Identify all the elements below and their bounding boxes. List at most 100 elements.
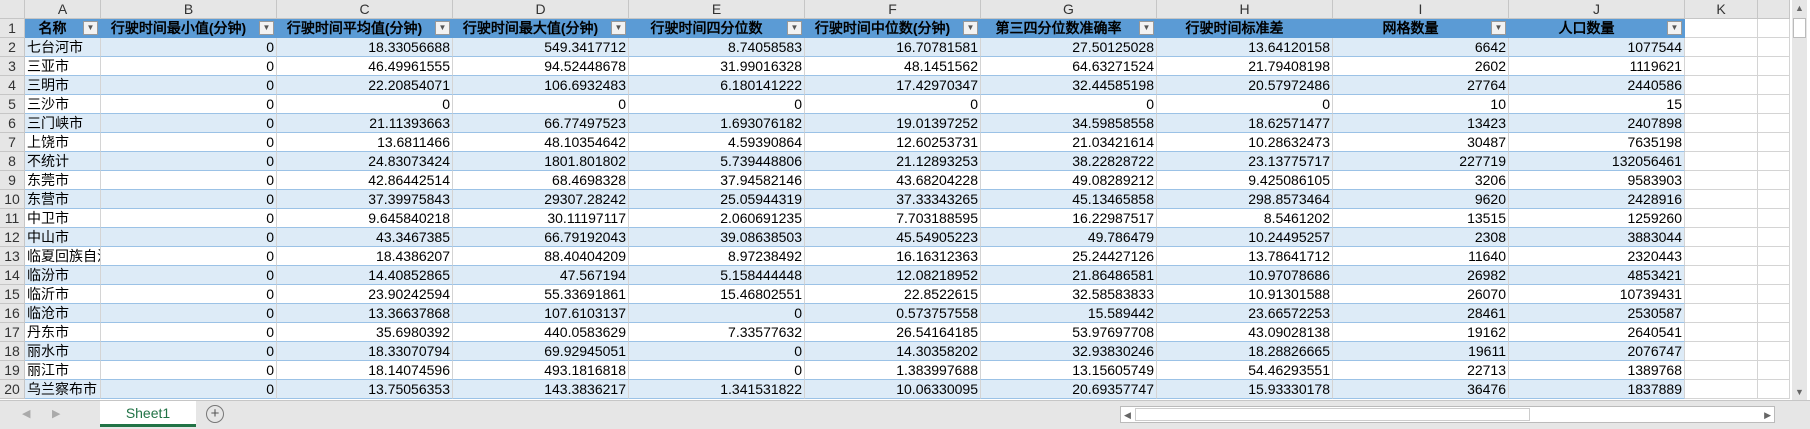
cell[interactable]: 31.99016328 bbox=[629, 57, 805, 76]
row-header[interactable]: 17 bbox=[0, 323, 25, 342]
cell[interactable]: 11640 bbox=[1333, 247, 1509, 266]
cell[interactable]: 21.79408198 bbox=[1157, 57, 1333, 76]
cell[interactable]: 37.94582146 bbox=[629, 171, 805, 190]
cell[interactable]: 30.11197117 bbox=[453, 209, 629, 228]
cell[interactable]: 43.09028138 bbox=[1157, 323, 1333, 342]
cell[interactable] bbox=[1685, 19, 1758, 38]
cell[interactable]: 0 bbox=[629, 342, 805, 361]
cell[interactable]: 26070 bbox=[1333, 285, 1509, 304]
row-header[interactable]: 3 bbox=[0, 57, 25, 76]
column-header[interactable]: D bbox=[453, 0, 629, 19]
row-header[interactable]: 2 bbox=[0, 38, 25, 57]
cell[interactable]: 5.739448806 bbox=[629, 152, 805, 171]
cell[interactable] bbox=[1685, 152, 1758, 171]
row-header[interactable]: 12 bbox=[0, 228, 25, 247]
cell[interactable] bbox=[1758, 342, 1790, 361]
cell[interactable]: 0 bbox=[101, 57, 277, 76]
column-header[interactable]: J bbox=[1509, 0, 1685, 19]
cell[interactable]: 13.75056353 bbox=[277, 380, 453, 399]
cell[interactable] bbox=[1685, 57, 1758, 76]
cell[interactable] bbox=[1685, 247, 1758, 266]
cell[interactable]: 25.05944319 bbox=[629, 190, 805, 209]
cell[interactable] bbox=[1685, 95, 1758, 114]
cell[interactable]: 37.33343265 bbox=[805, 190, 981, 209]
cell[interactable]: 东莞市 bbox=[25, 171, 101, 190]
cell[interactable] bbox=[1685, 190, 1758, 209]
vertical-scrollbar[interactable]: ▲ ▼ bbox=[1792, 0, 1807, 400]
cell[interactable]: 上饶市 bbox=[25, 133, 101, 152]
filter-dropdown-icon[interactable]: ▼ bbox=[1491, 21, 1506, 35]
cell[interactable]: 临沧市 bbox=[25, 304, 101, 323]
cell[interactable]: 15.93330178 bbox=[1157, 380, 1333, 399]
cell[interactable]: 8.74058583 bbox=[629, 38, 805, 57]
cell[interactable]: 13.36637868 bbox=[277, 304, 453, 323]
cell[interactable] bbox=[1685, 304, 1758, 323]
cell[interactable]: 0 bbox=[805, 95, 981, 114]
column-header[interactable]: G bbox=[981, 0, 1157, 19]
cell[interactable]: 10.24495257 bbox=[1157, 228, 1333, 247]
cell[interactable]: 18.28826665 bbox=[1157, 342, 1333, 361]
cell[interactable]: 38.22828722 bbox=[981, 152, 1157, 171]
column-title[interactable]: 第三四分位数准确率 ▼ bbox=[981, 19, 1157, 38]
cell[interactable]: 乌兰察布市 bbox=[25, 380, 101, 399]
column-title[interactable]: 行驶时间四分位数 ▼ bbox=[629, 19, 805, 38]
cell[interactable]: 19611 bbox=[1333, 342, 1509, 361]
cell[interactable]: 中卫市 bbox=[25, 209, 101, 228]
scroll-left-icon[interactable]: ◀ bbox=[1124, 410, 1131, 421]
cell[interactable]: 0 bbox=[101, 38, 277, 57]
row-header[interactable]: 14 bbox=[0, 266, 25, 285]
cell[interactable] bbox=[1758, 209, 1790, 228]
cell[interactable]: 0 bbox=[101, 323, 277, 342]
cell[interactable] bbox=[1758, 323, 1790, 342]
cell[interactable]: 0 bbox=[101, 285, 277, 304]
cell[interactable]: 1119621 bbox=[1509, 57, 1685, 76]
filter-dropdown-icon[interactable]: ▼ bbox=[963, 21, 978, 35]
cell[interactable]: 丽水市 bbox=[25, 342, 101, 361]
vertical-scroll-thumb[interactable] bbox=[1793, 18, 1806, 38]
cell[interactable]: 23.13775717 bbox=[1157, 152, 1333, 171]
cell[interactable]: 54.46293551 bbox=[1157, 361, 1333, 380]
cell[interactable]: 22713 bbox=[1333, 361, 1509, 380]
cell[interactable] bbox=[1758, 57, 1790, 76]
row-header[interactable]: 1 bbox=[0, 19, 25, 38]
row-header[interactable]: 11 bbox=[0, 209, 25, 228]
row-header[interactable]: 18 bbox=[0, 342, 25, 361]
cell[interactable] bbox=[1685, 133, 1758, 152]
cell[interactable]: 493.1816818 bbox=[453, 361, 629, 380]
cell[interactable]: 20.69357747 bbox=[981, 380, 1157, 399]
column-title[interactable]: 行驶时间平均值(分钟) ▼ bbox=[277, 19, 453, 38]
cell[interactable]: 21.03421614 bbox=[981, 133, 1157, 152]
cell[interactable] bbox=[1685, 76, 1758, 95]
cell[interactable]: 1.693076182 bbox=[629, 114, 805, 133]
cell[interactable]: 临夏回族自治州 bbox=[25, 247, 101, 266]
cell[interactable]: 19.01397252 bbox=[805, 114, 981, 133]
cell[interactable]: 0 bbox=[101, 361, 277, 380]
cell[interactable]: 106.6932483 bbox=[453, 76, 629, 95]
cell[interactable]: 2320443 bbox=[1509, 247, 1685, 266]
cell[interactable] bbox=[1758, 247, 1790, 266]
cell[interactable] bbox=[1685, 361, 1758, 380]
cell[interactable]: 0 bbox=[101, 190, 277, 209]
cell[interactable]: 21.12893253 bbox=[805, 152, 981, 171]
filter-dropdown-icon[interactable]: ▼ bbox=[259, 21, 274, 35]
cell[interactable] bbox=[1758, 76, 1790, 95]
cell[interactable] bbox=[1758, 228, 1790, 247]
cell[interactable] bbox=[1758, 171, 1790, 190]
cell[interactable] bbox=[1685, 380, 1758, 399]
cell[interactable]: 27.50125028 bbox=[981, 38, 1157, 57]
row-header[interactable]: 9 bbox=[0, 171, 25, 190]
cell[interactable]: 36476 bbox=[1333, 380, 1509, 399]
cell[interactable]: 7635198 bbox=[1509, 133, 1685, 152]
row-header[interactable]: 5 bbox=[0, 95, 25, 114]
cell[interactable] bbox=[1758, 304, 1790, 323]
cell[interactable]: 143.3836217 bbox=[453, 380, 629, 399]
cell[interactable]: 26982 bbox=[1333, 266, 1509, 285]
cell[interactable]: 0 bbox=[101, 228, 277, 247]
column-header[interactable]: E bbox=[629, 0, 805, 19]
cell[interactable] bbox=[1758, 95, 1790, 114]
cell[interactable]: 30487 bbox=[1333, 133, 1509, 152]
cell[interactable]: 0 bbox=[101, 95, 277, 114]
cell[interactable]: 10739431 bbox=[1509, 285, 1685, 304]
cell[interactable]: 三沙市 bbox=[25, 95, 101, 114]
cell[interactable]: 2428916 bbox=[1509, 190, 1685, 209]
